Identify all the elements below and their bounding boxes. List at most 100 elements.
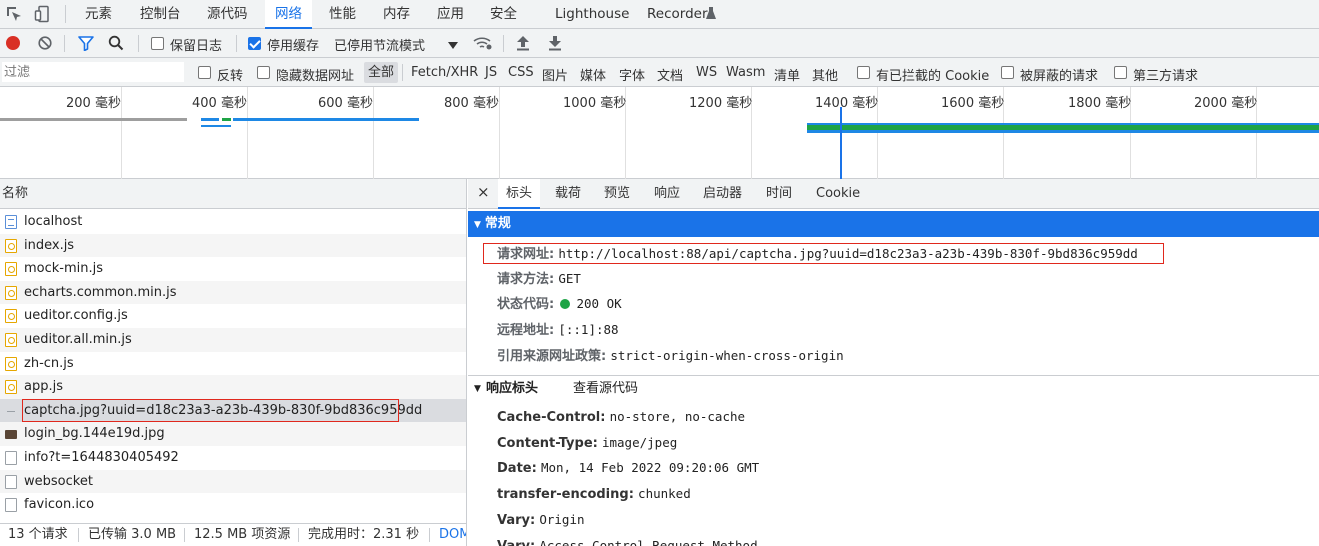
response-header-key: Cache-Control: [497,410,606,425]
tab-console[interactable]: 控制台 [140,0,181,29]
type-filter-wasm[interactable]: Wasm [726,65,765,80]
response-headers-title: 响应标头 [486,381,539,396]
clear-icon[interactable] [38,36,52,54]
tab-preview[interactable]: 预览 [604,179,630,209]
request-name: index.js [24,237,75,253]
network-conditions-icon[interactable] [473,35,493,55]
request-name: localhost [24,214,83,229]
type-filter-manifest[interactable]: 清单 [774,65,800,84]
search-icon[interactable] [108,35,124,55]
response-header-value: Access-Control-Request-Method [539,537,758,546]
inspect-element-icon[interactable] [5,5,23,23]
remote-address-row: 远程地址: [::1]:88 [497,320,619,340]
tab-memory[interactable]: 内存 [383,0,410,29]
column-header-name[interactable]: 名称 [0,179,466,209]
table-row[interactable]: echarts.common.min.js [0,280,466,305]
details-tabs: × 标头 载荷 预览 响应 启动器 时间 Cookie [468,179,1319,209]
tab-application[interactable]: 应用 [437,0,464,29]
table-row[interactable]: info?t=1644830405492 [0,446,466,470]
timeline-tick: 1800 毫秒 [1068,96,1132,111]
disable-cache-checkbox[interactable] [248,37,261,50]
request-name: app.js [24,379,63,395]
invert-checkbox[interactable] [198,66,211,79]
tab-recorder[interactable]: Recorder [647,0,708,29]
js-icon [5,238,17,253]
referrer-policy-value: strict-origin-when-cross-origin [610,348,844,363]
disable-cache-label: 停用缓存 [267,39,320,54]
table-row[interactable]: favicon.ico [0,493,466,517]
request-name: websocket [24,473,93,489]
response-header-row: Date: Mon, 14 Feb 2022 09:20:06 GMT [497,458,759,478]
type-filter-css[interactable]: CSS [508,65,534,80]
dropdown-arrow-icon[interactable] [448,39,458,54]
close-icon[interactable]: × [477,185,490,200]
devtools-tab-bar: 元素 控制台 源代码 网络 性能 内存 应用 安全 Lighthouse Rec… [0,0,1319,29]
tab-performance[interactable]: 性能 [329,0,356,29]
tab-lighthouse[interactable]: Lighthouse [555,0,629,29]
third-party-label: 第三方请求 [1133,69,1199,84]
js-icon [5,285,17,300]
blocked-requests-checkbox[interactable] [1001,66,1014,79]
response-header-value: image/jpeg [601,434,678,450]
type-filter-xhr[interactable]: Fetch/XHR [411,65,478,80]
status-code-value: 200 OK [576,296,622,311]
general-section-header[interactable]: ▼ 常规 [468,211,1319,237]
request-count: 13 个请求 [8,527,68,542]
request-name: login_bg.144e19d.jpg [24,426,165,442]
type-filter-img[interactable]: 图片 [542,65,568,84]
timeline-tick: 1600 毫秒 [941,96,1005,111]
preserve-log-checkbox[interactable] [151,37,164,50]
table-row[interactable]: ueditor.all.min.js [0,328,466,352]
response-header-value: chunked [638,486,691,502]
table-row[interactable]: localhost [0,210,466,234]
type-filter-doc[interactable]: 文档 [657,65,683,84]
table-row[interactable]: index.js [0,233,466,258]
request-name: favicon.ico [24,497,95,513]
table-row[interactable]: zh-cn.js [0,352,466,376]
table-row[interactable]: mock-min.js [0,257,466,281]
remote-address-value: [::1]:88 [558,322,619,337]
type-filter-js[interactable]: JS [485,65,497,80]
network-overview[interactable]: 200 毫秒 400 毫秒 600 毫秒 800 毫秒 1000 毫秒 1200… [0,87,1319,179]
tab-security[interactable]: 安全 [490,0,517,29]
table-row[interactable]: app.js [0,375,466,399]
view-source-link[interactable]: 查看源代码 [573,376,638,402]
blocked-cookies-checkbox[interactable] [857,66,870,79]
hide-data-urls-label: 隐藏数据网址 [276,69,355,84]
table-row[interactable]: websocket [0,469,466,494]
throttling-select[interactable]: 已停用节流模式 [334,35,425,54]
response-header-key: Content-Type: [497,435,598,451]
table-row[interactable]: ueditor.config.js [0,304,466,328]
filter-input[interactable] [2,62,184,82]
response-headers-section-header[interactable]: ▼ 响应标头 查看源代码 [468,375,1319,401]
tab-headers[interactable]: 标头 [498,179,541,209]
response-header-row: Cache-Control: no-store, no-cache [497,407,745,427]
tab-timing[interactable]: 时间 [766,179,792,209]
third-party-checkbox[interactable] [1114,66,1127,79]
import-har-icon[interactable] [516,35,530,55]
tab-response[interactable]: 响应 [654,179,680,209]
hide-data-urls-checkbox[interactable] [257,66,270,79]
tab-initiator[interactable]: 启动器 [703,179,742,209]
tab-elements[interactable]: 元素 [85,0,112,29]
type-filter-font[interactable]: 字体 [619,65,645,84]
type-filter-media[interactable]: 媒体 [580,65,606,84]
resource-size: 12.5 MB 项资源 [194,527,291,542]
tab-payload[interactable]: 载荷 [555,179,581,209]
referrer-policy-key: 引用来源网址政策: [497,349,607,364]
record-icon[interactable] [6,36,20,50]
table-row[interactable]: login_bg.144e19d.jpg [0,422,466,446]
tab-cookies[interactable]: Cookie [816,179,860,209]
tab-sources[interactable]: 源代码 [207,0,248,29]
type-filter-ws[interactable]: WS [696,65,717,80]
timeline-tick: 1000 毫秒 [563,96,627,111]
export-har-icon[interactable] [548,35,562,55]
timeline-bar [807,125,1319,130]
tab-network[interactable]: 网络 [265,0,312,29]
type-filter-other[interactable]: 其他 [812,65,838,84]
filter-icon[interactable] [78,36,94,55]
type-filter-all[interactable]: 全部 [364,62,399,83]
js-icon [5,309,17,324]
timeline-tick: 1200 毫秒 [689,96,753,111]
device-toolbar-icon[interactable] [34,5,52,23]
